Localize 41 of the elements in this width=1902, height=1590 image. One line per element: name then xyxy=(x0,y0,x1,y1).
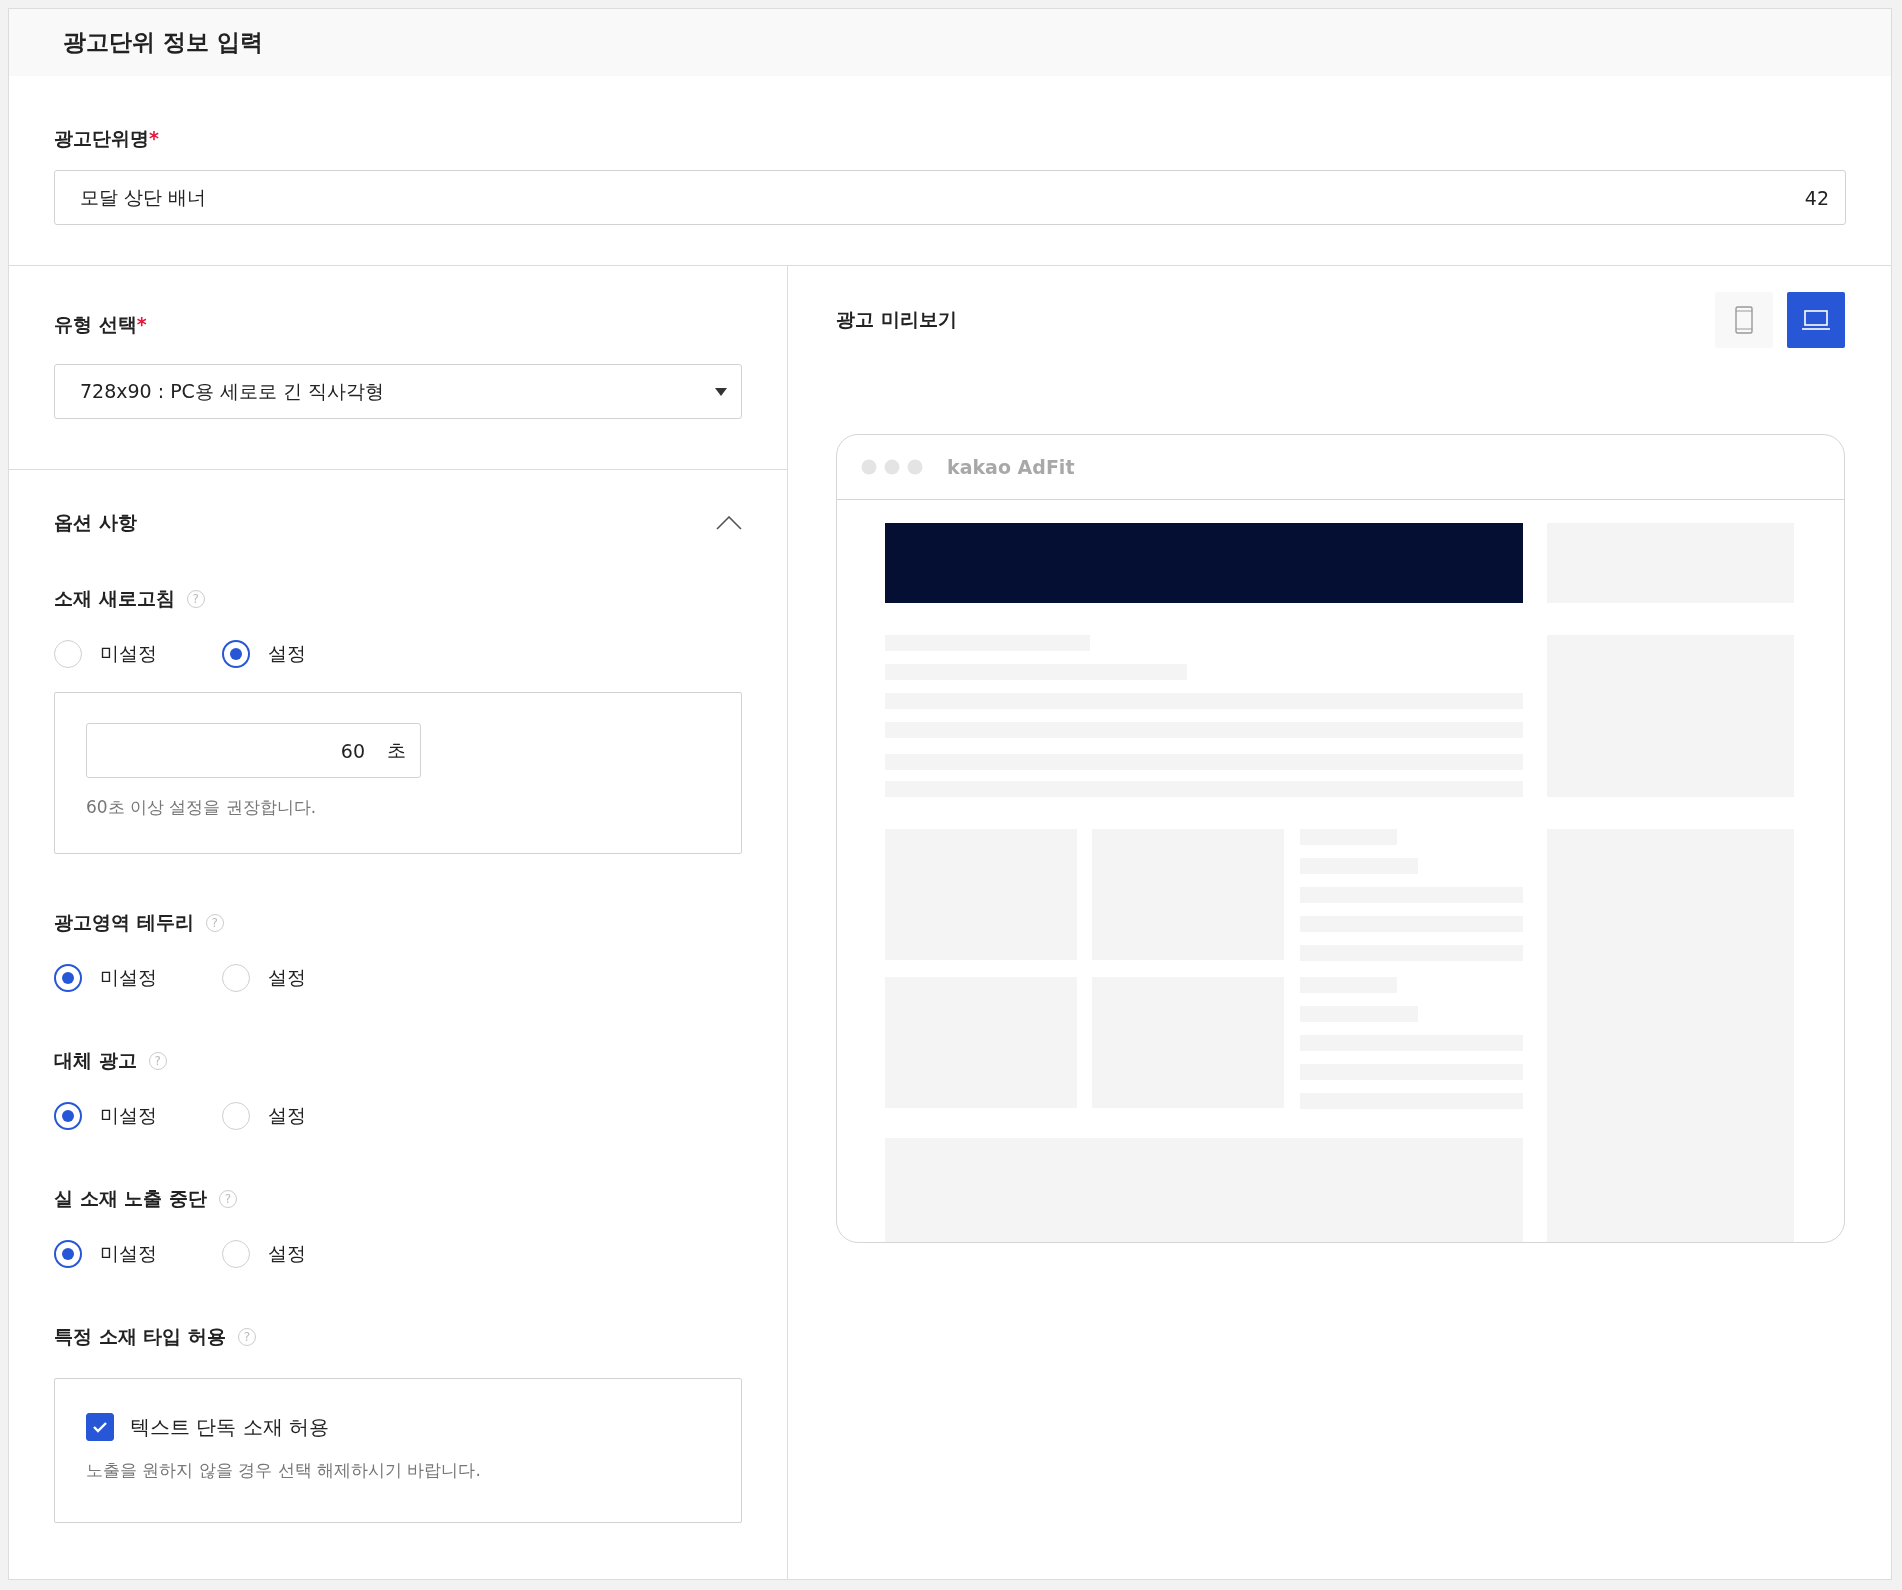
radio-label[interactable]: 설정 xyxy=(268,641,306,667)
checkbox[interactable] xyxy=(86,1413,114,1441)
radio-label[interactable]: 미설정 xyxy=(100,965,157,991)
caret-icon xyxy=(715,387,727,396)
radio-label[interactable]: 미설정 xyxy=(100,1241,157,1267)
radio-label[interactable]: 미설정 xyxy=(100,1103,157,1129)
browser-title: kakao AdFit xyxy=(947,456,1075,478)
field-label: 유형 선택 xyxy=(54,313,137,335)
chevron-icon[interactable] xyxy=(716,516,742,530)
radio-button[interactable] xyxy=(222,640,250,668)
option-label: 특정 소재 타입 허용 xyxy=(54,1324,226,1349)
window-dots-icon xyxy=(861,459,923,475)
section-title: 광고단위 정보 입력 xyxy=(63,28,263,57)
section-title: 옵션 사항 xyxy=(54,510,137,535)
preview-title: 광고 미리보기 xyxy=(836,307,957,332)
unit-label: 초 xyxy=(387,737,406,763)
field-label: 광고단위명 xyxy=(54,127,149,149)
radio-label[interactable]: 설정 xyxy=(268,1241,306,1267)
option-label: 광고영역 테두리 xyxy=(54,910,194,935)
option-label: 대체 광고 xyxy=(54,1048,137,1073)
hint-text: 60초 이상 설정을 권장합니다. xyxy=(86,796,318,819)
radio-button[interactable] xyxy=(54,964,82,992)
checkbox-label[interactable]: 텍스트 단독 소재 허용 xyxy=(130,1413,330,1441)
phone-icon xyxy=(1735,306,1753,334)
radio-label[interactable]: 미설정 xyxy=(100,641,157,667)
hint-text: 노출을 원하지 않을 경우 선택 해제하시기 바랍니다. xyxy=(86,1459,482,1482)
radio-label[interactable]: 설정 xyxy=(268,965,306,991)
required-mark: * xyxy=(136,313,147,335)
required-mark: * xyxy=(149,127,159,149)
character-counter: 42 xyxy=(1804,186,1829,209)
name-input-field[interactable]: 모달 상단 배너 42 xyxy=(54,170,1846,225)
option-label: 실 소재 노출 중단 xyxy=(54,1186,207,1211)
check-icon xyxy=(92,1421,108,1433)
radio-button[interactable] xyxy=(54,1240,82,1268)
radio-button[interactable] xyxy=(54,1102,82,1130)
laptop-icon xyxy=(1801,309,1831,331)
desktop-view-button[interactable] xyxy=(1787,292,1845,348)
type-dropdown[interactable]: 728x90 : PC용 세로로 긴 직사각형 xyxy=(54,364,742,419)
seconds-input-field[interactable]: 60 초 xyxy=(86,723,421,778)
radio-label[interactable]: 설정 xyxy=(268,1103,306,1129)
option-label: 소재 새로고침 xyxy=(54,586,175,611)
